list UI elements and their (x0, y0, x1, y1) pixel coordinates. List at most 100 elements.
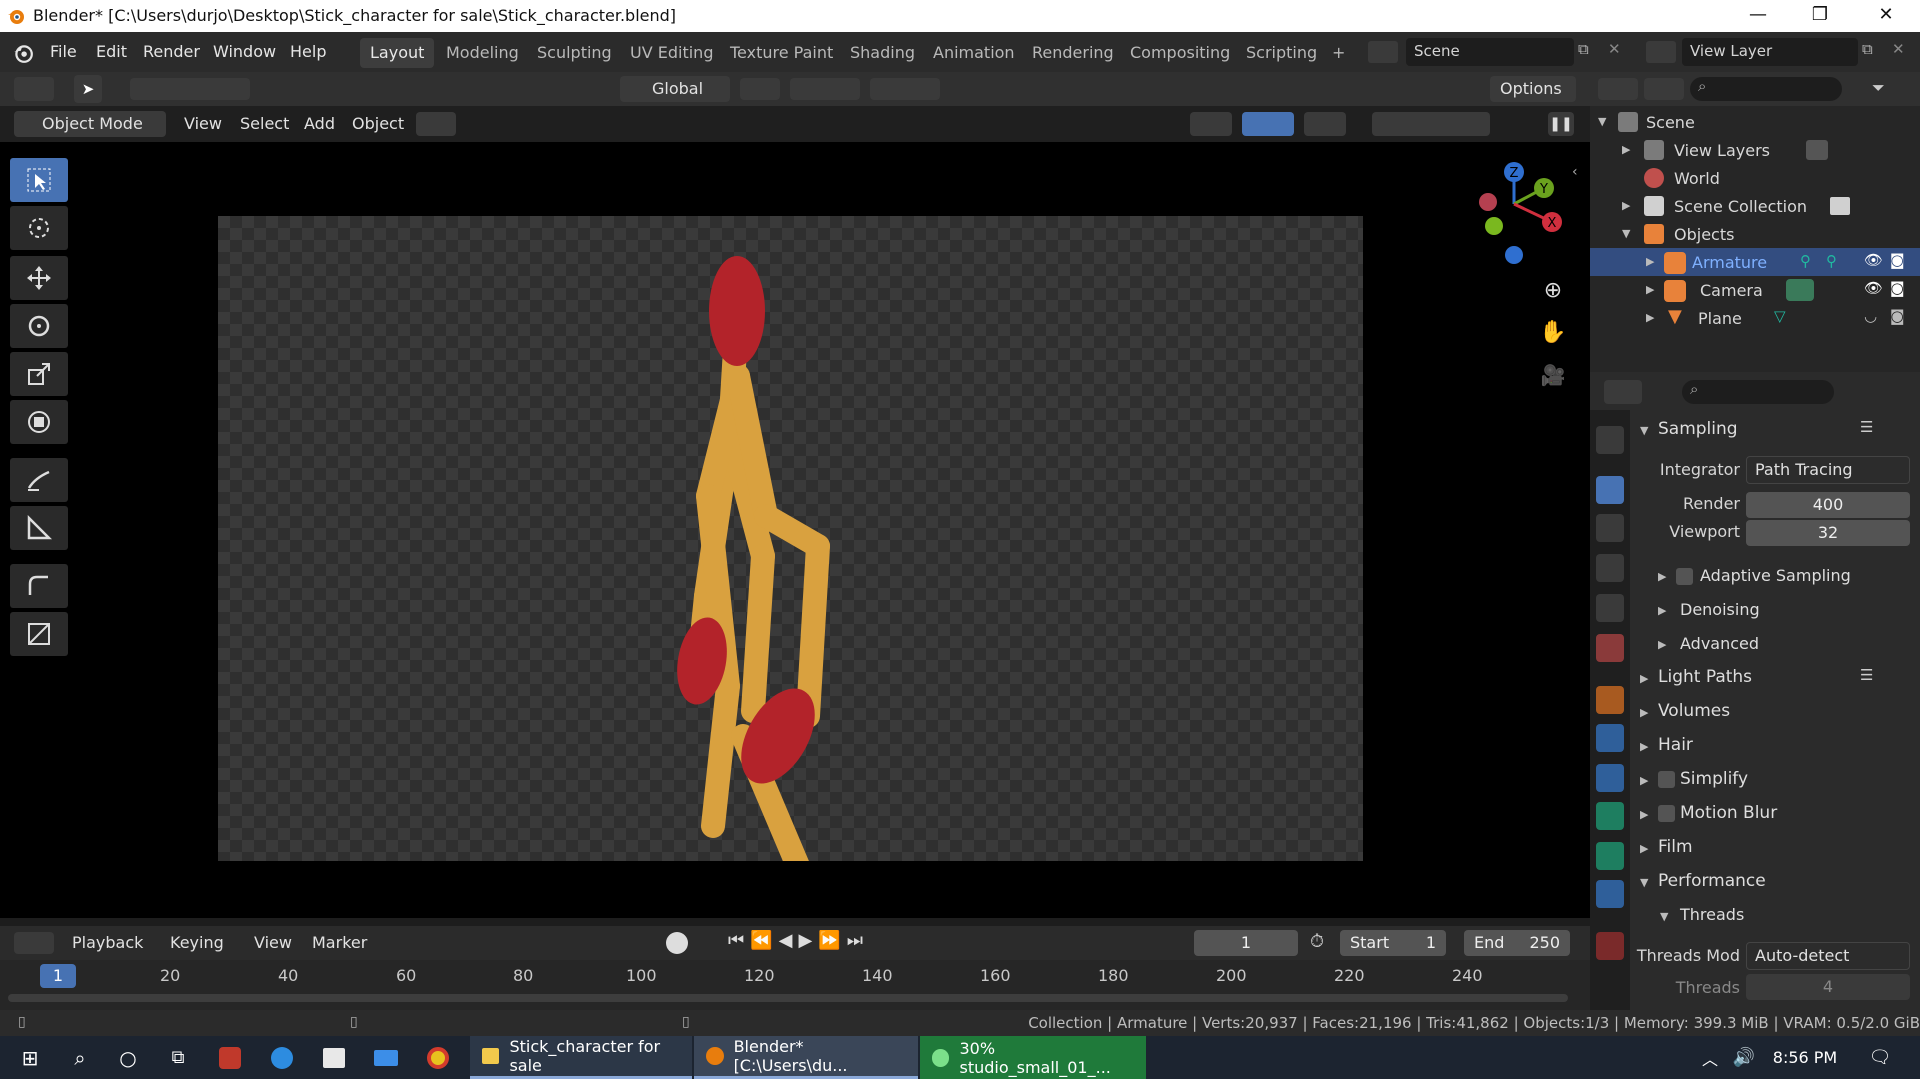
object-mode-dropdown[interactable]: Object Mode (14, 111, 166, 137)
close-button[interactable]: ✕ (1856, 0, 1916, 32)
measure-tool[interactable] (10, 506, 68, 550)
expand-arrow-icon[interactable]: ▶ (1646, 311, 1654, 324)
app-pinned-icon[interactable] (210, 1036, 250, 1079)
taskbar-blender-item[interactable]: Blender* [C:\Users\du... (694, 1036, 918, 1079)
advanced-subpanel[interactable]: Advanced (1680, 634, 1759, 653)
notification-icon[interactable]: 🗨 (1860, 1036, 1900, 1079)
tab-uv-editing[interactable]: UV Editing (620, 38, 723, 68)
menu-window[interactable]: Window (213, 42, 276, 61)
editor-type-icon[interactable] (14, 77, 54, 101)
pan-hand-icon[interactable]: ✋ (1536, 316, 1570, 350)
expand-arrow-icon[interactable]: ▶ (1646, 283, 1654, 296)
armature-data-icon[interactable]: ⚲ (1826, 252, 1837, 270)
scale-tool[interactable] (10, 352, 68, 396)
denoising-subpanel[interactable]: Denoising (1680, 600, 1760, 619)
add-menu[interactable]: Add (304, 114, 335, 133)
add-workspace-button[interactable]: + (1322, 38, 1355, 68)
keying-menu[interactable]: Keying (170, 933, 224, 952)
sampling-panel-header[interactable]: Sampling (1658, 419, 1738, 439)
tab-rendering[interactable]: Rendering (1022, 38, 1124, 68)
timeline-editor-icon[interactable] (14, 932, 54, 954)
outliner-row-world[interactable]: World (1590, 164, 1920, 192)
modifier-tab-icon[interactable] (1596, 724, 1624, 752)
expand-arrow-icon[interactable]: ▼ (1640, 424, 1648, 437)
properties-editor-icon[interactable] (1604, 380, 1642, 404)
object-menu[interactable]: Object (352, 114, 404, 133)
add-plane-tool[interactable] (10, 612, 68, 656)
output-tab-icon[interactable] (1596, 514, 1624, 542)
properties-search-input[interactable]: ⌕ (1682, 380, 1834, 404)
cortana-icon[interactable]: ○ (108, 1036, 148, 1079)
transform-orientation-dropdown[interactable]: Global (620, 76, 730, 102)
menu-file[interactable]: File (50, 42, 77, 61)
taskbar-explorer-item[interactable]: Stick_character for sale (470, 1036, 692, 1079)
render-samples-field[interactable]: 400 (1746, 492, 1910, 518)
outliner-search-input[interactable]: ⌕ (1690, 77, 1842, 101)
adaptive-sampling-label[interactable]: Adaptive Sampling (1700, 566, 1851, 585)
hair-panel-header[interactable]: Hair (1658, 735, 1693, 755)
zoom-icon[interactable]: ⊕ (1536, 274, 1570, 308)
transform-tool[interactable] (10, 400, 68, 444)
shading-mode-icons[interactable] (1372, 112, 1490, 136)
playback-controls-icons[interactable]: ⏮⏪◀▶⏩⏭ (728, 930, 869, 951)
delete-view-layer-icon[interactable]: ✕ (1892, 40, 1905, 58)
cursor-tool[interactable] (10, 206, 68, 250)
timeline-view-menu[interactable]: View (254, 933, 292, 952)
tool-tab-icon[interactable] (1596, 426, 1624, 454)
rotate-tool[interactable] (10, 304, 68, 348)
motion-blur-checkbox[interactable] (1658, 805, 1675, 822)
menu-edit[interactable]: Edit (96, 42, 127, 61)
tray-chevron-icon[interactable]: ︿ (1698, 1036, 1722, 1079)
simplify-panel-header[interactable]: Simplify (1680, 769, 1748, 789)
outliner-row-plane[interactable]: ▶ ▼ Plane ▽ ◡ ◙ (1590, 304, 1920, 332)
active-tool-icon[interactable]: ➤ (74, 75, 102, 103)
physics-tab-icon[interactable] (1596, 764, 1624, 792)
render-layer-icon[interactable] (1806, 140, 1828, 160)
camera-view-icon[interactable]: 🎥 (1536, 358, 1570, 392)
new-collection-icon[interactable] (1830, 197, 1850, 215)
add-cube-tool[interactable] (10, 564, 68, 608)
store-icon[interactable] (314, 1036, 354, 1079)
search-icon[interactable]: ⌕ (60, 1036, 100, 1079)
tab-layout[interactable]: Layout (360, 38, 435, 68)
tab-modeling[interactable]: Modeling (436, 38, 529, 68)
minimize-button[interactable]: — (1728, 0, 1788, 32)
scene-selector-icon[interactable] (1368, 41, 1398, 63)
camera-data-icon[interactable] (1786, 279, 1814, 301)
transform-icon[interactable] (416, 112, 456, 136)
volume-icon[interactable]: 🔊 (1730, 1036, 1758, 1079)
overlay-icon[interactable] (1304, 112, 1346, 136)
view-layer-tab-icon[interactable] (1596, 554, 1624, 582)
texture-tab-icon[interactable] (1596, 932, 1624, 960)
snap-icon[interactable] (790, 78, 860, 100)
performance-panel-header[interactable]: Performance (1658, 871, 1766, 891)
volumes-panel-header[interactable]: Volumes (1658, 701, 1730, 721)
end-frame-field[interactable]: End 250 (1464, 930, 1570, 956)
current-frame-field[interactable]: 1 (1194, 930, 1298, 956)
gizmo-toggle-icon[interactable] (1242, 112, 1294, 136)
eye-icon[interactable]: 👁 (1864, 251, 1883, 269)
simplify-checkbox[interactable] (1658, 771, 1675, 788)
task-view-icon[interactable]: ⧉ (158, 1036, 198, 1079)
outliner-editor-icon[interactable] (1598, 78, 1638, 100)
navigation-gizmo[interactable]: Z Y X (1460, 152, 1580, 272)
expand-arrow-icon[interactable]: ▼ (1622, 227, 1630, 240)
tab-scripting[interactable]: Scripting (1236, 38, 1327, 68)
maximize-button[interactable]: ❐ (1790, 0, 1850, 32)
filter-icon[interactable]: ⏷ (1872, 78, 1885, 98)
expand-arrow-icon[interactable]: ▼ (1598, 115, 1606, 128)
new-view-layer-icon[interactable]: ⧉ (1862, 40, 1873, 58)
world-tab-icon[interactable] (1596, 634, 1624, 662)
expand-arrow-icon[interactable]: ▶ (1640, 706, 1648, 719)
mail-icon[interactable] (366, 1036, 406, 1079)
options-dropdown[interactable]: Options (1490, 76, 1576, 102)
outliner-row-scene-collection[interactable]: ▶ Scene Collection (1590, 192, 1920, 220)
timeline-scrollbar[interactable] (8, 994, 1568, 1002)
threads-subpanel[interactable]: Threads (1680, 905, 1744, 924)
outliner-row-armature[interactable]: ▶ Armature ⚲ ⚲ 👁 ◙ (1590, 248, 1920, 276)
chrome-icon[interactable] (418, 1036, 458, 1079)
film-panel-header[interactable]: Film (1658, 837, 1693, 857)
playback-menu[interactable]: Playback (72, 933, 143, 952)
expand-arrow-icon[interactable]: ▶ (1640, 740, 1648, 753)
select-menu[interactable]: Select (240, 114, 289, 133)
